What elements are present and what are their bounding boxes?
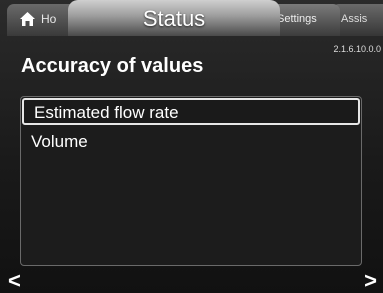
list-item-estimated-flow-rate[interactable]: Estimated flow rate (22, 98, 360, 125)
tab-status[interactable]: Status (68, 0, 280, 36)
display-screen: Ho Settings Assis Status Accuracy of val… (0, 0, 383, 293)
tab-settings-label: Settings (277, 13, 317, 25)
nav-left-arrow[interactable]: < (8, 270, 21, 292)
page-title: Accuracy of values (21, 55, 204, 77)
value-list: Estimated flow rate Volume (20, 96, 362, 266)
tab-assist-label: Assis (341, 13, 368, 25)
version-label: 2.1.6.10.0.0 (333, 44, 381, 54)
tab-bar: Ho Settings Assis Status (0, 0, 383, 36)
home-icon (20, 12, 35, 26)
tab-status-label: Status (142, 6, 206, 31)
list-item-volume[interactable]: Volume (21, 129, 361, 156)
tab-settings[interactable]: Settings (270, 4, 340, 36)
nav-right-arrow[interactable]: > (364, 270, 377, 292)
tab-home-label: Ho (41, 12, 57, 26)
